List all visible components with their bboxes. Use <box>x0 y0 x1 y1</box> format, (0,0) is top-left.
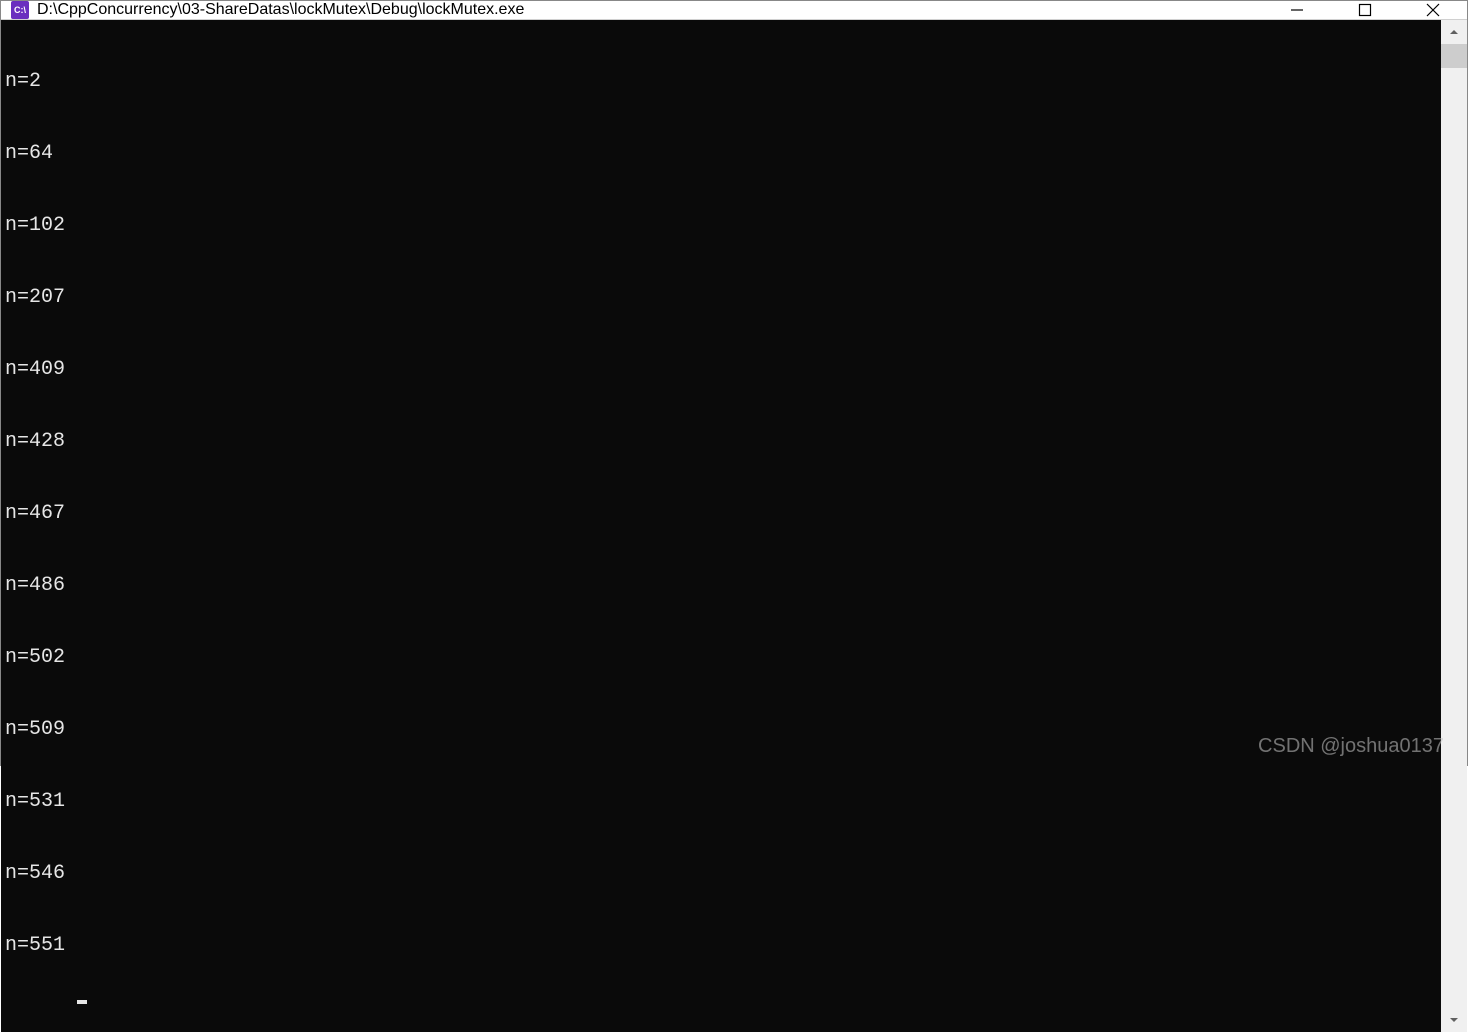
close-icon <box>1426 3 1440 17</box>
console-area: n=2 n=64 n=102 n=207 n=409 n=428 n=467 n… <box>1 20 1467 1032</box>
console-line: n=486 <box>5 574 1437 598</box>
titlebar[interactable]: C:\ D:\CppConcurrency\03-ShareDatas\lock… <box>1 1 1467 20</box>
console-line: n=546 <box>5 862 1437 886</box>
console-line: n=509 <box>5 718 1437 742</box>
console-line: n=502 <box>5 646 1437 670</box>
console-line: n=467 <box>5 502 1437 526</box>
console-line: n=551 <box>5 934 1437 958</box>
console-line: n=428 <box>5 430 1437 454</box>
console-line: n=102 <box>5 214 1437 238</box>
close-button[interactable] <box>1399 1 1467 19</box>
app-icon: C:\ <box>11 1 29 19</box>
cursor <box>77 1000 87 1004</box>
chevron-down-icon <box>1449 1015 1459 1025</box>
console-line: n=409 <box>5 358 1437 382</box>
console-output[interactable]: n=2 n=64 n=102 n=207 n=409 n=428 n=467 n… <box>1 20 1441 1032</box>
chevron-up-icon <box>1449 27 1459 37</box>
scroll-up-button[interactable] <box>1441 20 1467 44</box>
console-line: n=207 <box>5 286 1437 310</box>
console-line: n=2 <box>5 70 1437 94</box>
vertical-scrollbar[interactable] <box>1441 20 1467 1032</box>
console-line: n=531 <box>5 790 1437 814</box>
console-line: n=64 <box>5 142 1437 166</box>
window-title: D:\CppConcurrency\03-ShareDatas\lockMute… <box>37 1 1263 19</box>
scrollbar-thumb[interactable] <box>1441 44 1467 68</box>
maximize-icon <box>1358 3 1372 17</box>
scroll-down-button[interactable] <box>1441 1008 1467 1032</box>
console-window: C:\ D:\CppConcurrency\03-ShareDatas\lock… <box>0 0 1468 766</box>
minimize-icon <box>1290 3 1304 17</box>
scrollbar-track[interactable] <box>1441 44 1467 1008</box>
window-controls <box>1263 1 1467 19</box>
minimize-button[interactable] <box>1263 1 1331 19</box>
maximize-button[interactable] <box>1331 1 1399 19</box>
